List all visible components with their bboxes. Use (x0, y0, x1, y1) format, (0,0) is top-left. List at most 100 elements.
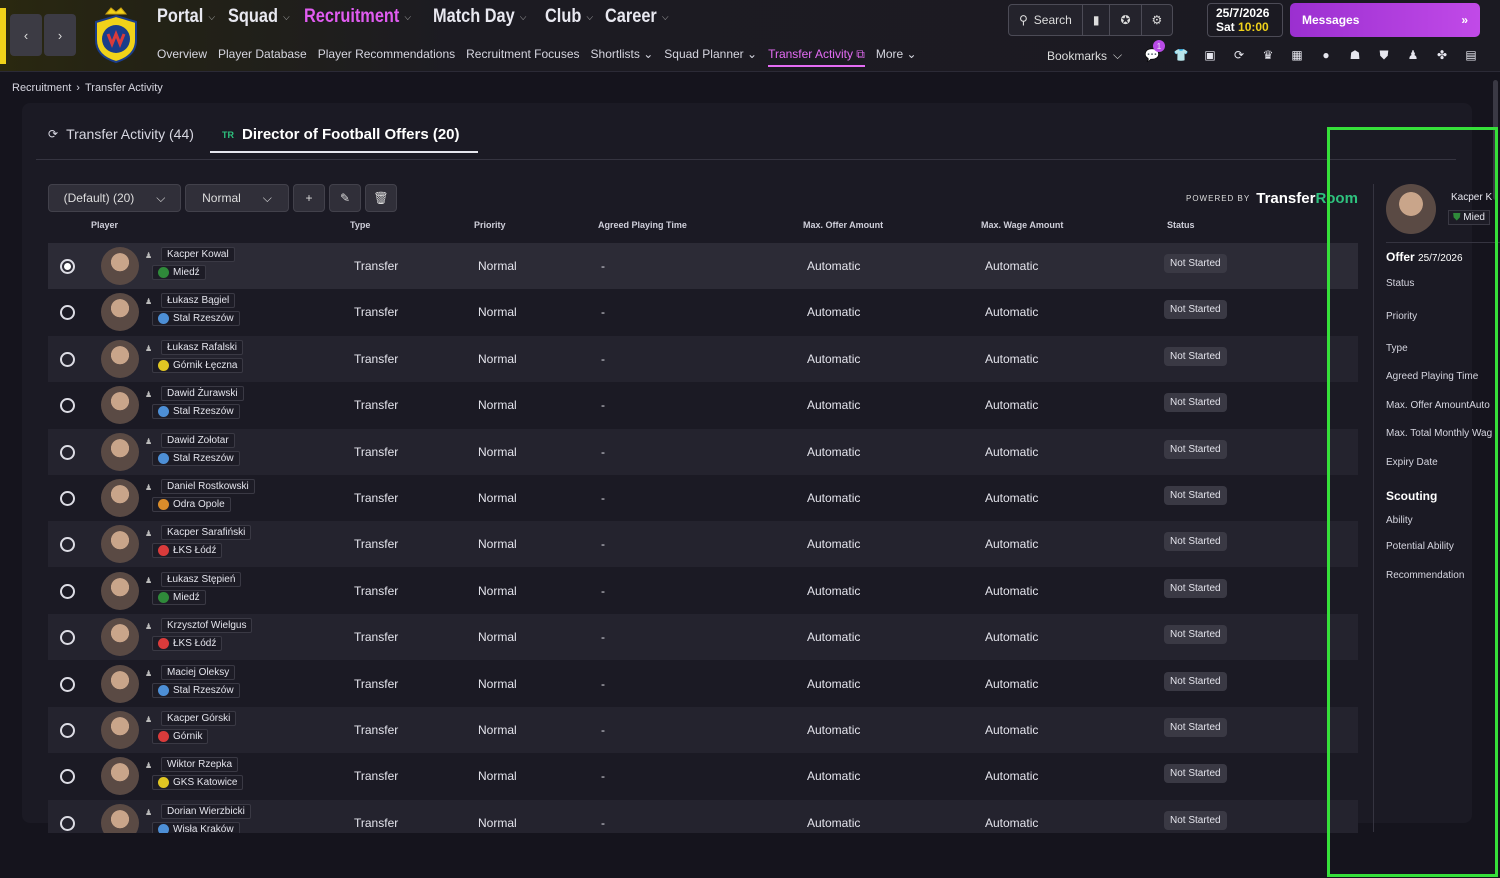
nav-squad[interactable]: Squad ⌵ (228, 6, 290, 28)
staff-icon[interactable]: ☗ (1345, 46, 1365, 64)
tab-director-of-football-offers[interactable]: TR Director of Football Offers (20) (210, 126, 478, 153)
player-avatar[interactable] (101, 757, 139, 796)
player-name[interactable]: Krzysztof Wielgus (161, 618, 253, 634)
player-club[interactable]: GKS Katowice (152, 775, 244, 791)
view-select[interactable]: (Default) (20) ⌵ (48, 184, 181, 212)
player-avatar[interactable] (101, 803, 139, 833)
table-row[interactable]: ♟ Dawid Zołotar Stal Rzeszów Transfer Normal… (48, 428, 1358, 475)
subnav-player-recommendations[interactable]: Player Recommendations (318, 47, 455, 67)
col-player[interactable]: Player (91, 220, 118, 230)
player-club[interactable]: Stal Rzeszów (152, 450, 240, 466)
row-select-radio[interactable] (60, 537, 75, 553)
player-name[interactable]: Maciej Oleksy (161, 664, 236, 680)
col-max-wage-amount[interactable]: Max. Wage Amount (981, 220, 1063, 230)
player-club[interactable]: Górnik (152, 729, 209, 744)
player-name[interactable]: Dorian Wierzbicki (161, 803, 251, 819)
subnav-overview[interactable]: Overview (157, 47, 207, 67)
table-row[interactable]: ♟ Wiktor Rzepka GKS Katowice Transfer Normal… (48, 753, 1358, 799)
kit-icon[interactable]: 👕 (1171, 46, 1191, 64)
nav-match-day[interactable]: Match Day ⌵ (433, 6, 526, 28)
game-date[interactable]: 25/7/2026 Sat 10:00 (1207, 3, 1283, 37)
refresh-icon[interactable]: ⟳ (1229, 46, 1249, 64)
player-club[interactable]: Odra Opole (152, 497, 231, 512)
nav-recruitment[interactable]: Recruitment ⌵ (304, 6, 411, 28)
calendar-icon[interactable]: ▦ (1287, 46, 1307, 64)
table-row[interactable]: ♟ Daniel Rostkowski Odra Opole Transfer Norm… (48, 475, 1358, 521)
messages-button[interactable]: Messages » (1290, 3, 1480, 37)
settings-button[interactable]: ⚙ (1142, 5, 1173, 35)
table-row[interactable]: ♟ Łukasz Stępień Miedź Transfer Normal - Autom… (48, 568, 1358, 614)
table-row[interactable]: ♟ Łukasz Rafalski Górnik Łęczna Transfer Nor… (48, 335, 1358, 382)
notebook-button[interactable]: ▮ (1083, 5, 1111, 35)
row-select-radio[interactable] (60, 351, 75, 367)
group-icon[interactable]: ✤ (1432, 46, 1452, 64)
nav-career[interactable]: Career ⌵ (605, 6, 668, 28)
player-avatar[interactable] (101, 664, 139, 703)
row-select-radio[interactable] (60, 444, 75, 460)
row-select-radio[interactable] (60, 305, 75, 321)
player-name[interactable]: Dawid Żurawski (161, 386, 244, 402)
row-select-radio[interactable] (60, 676, 75, 692)
breadcrumb-recruitment[interactable]: Recruitment (12, 82, 71, 94)
player-club[interactable]: Miedź (152, 589, 206, 605)
table-row[interactable]: ♟ Krzysztof Wielgus ŁKS Łódź Transfer Normal… (48, 614, 1358, 661)
player-name[interactable]: Dawid Zołotar (161, 432, 235, 448)
player-avatar[interactable] (101, 339, 139, 378)
player-club[interactable]: Stal Rzeszów (152, 682, 240, 698)
row-select-radio[interactable] (60, 769, 75, 785)
col-priority[interactable]: Priority (474, 220, 506, 230)
player-name[interactable]: Kacper Sarafiński (161, 525, 252, 541)
filter-select[interactable]: Normal ⌵ (185, 184, 289, 212)
player-club[interactable]: ŁKS Łódź (152, 543, 223, 559)
trophy-icon[interactable]: ♛ (1258, 46, 1278, 64)
player-name[interactable]: Łukasz Bągiel (161, 293, 236, 309)
row-select-radio[interactable] (60, 491, 75, 506)
subnav-recruitment-focuses[interactable]: Recruitment Focuses (466, 47, 579, 67)
sidebar-player-club[interactable]: ⛊ Mied (1448, 210, 1490, 225)
table-row[interactable]: ♟ Dawid Żurawski Stal Rzeszów Transfer Norma… (48, 382, 1358, 428)
player-name[interactable]: Daniel Rostkowski (161, 479, 255, 494)
row-select-radio[interactable] (60, 583, 75, 599)
delete-view-button[interactable]: 🗑 (365, 184, 397, 212)
table-row[interactable]: ♟ Kacper Górski Górnik Transfer Normal - Autom… (48, 707, 1358, 753)
player-avatar[interactable] (101, 386, 139, 425)
player-club[interactable]: Miedź (152, 265, 206, 280)
col-status[interactable]: Status (1167, 220, 1195, 230)
club-crest-icon[interactable] (92, 6, 140, 64)
table-row[interactable]: ♟ Kacper Kowal Miedź Transfer Normal - Automat… (48, 243, 1358, 289)
player-avatar[interactable] (1386, 184, 1436, 234)
document-icon[interactable]: ▤ (1461, 46, 1481, 64)
player-name[interactable]: Wiktor Rzepka (161, 757, 239, 773)
search-button[interactable]: ⚲ Search (1009, 5, 1083, 35)
tab-transfer-activity[interactable]: ⟳ Transfer Activity (44) (48, 126, 194, 142)
col-type[interactable]: Type (350, 220, 370, 230)
player-name[interactable]: Łukasz Stępień (161, 571, 242, 587)
table-row[interactable]: ♟ Dorian Wierzbicki Wisła Kraków Transfer No… (48, 799, 1358, 833)
player-club[interactable]: Stal Rzeszów (152, 404, 240, 420)
player-club[interactable]: Wisła Kraków (152, 821, 240, 833)
subnav-more[interactable]: More ⌄ (876, 47, 917, 67)
sidebar-player-name[interactable]: Kacper K (1451, 192, 1492, 203)
row-select-radio[interactable] (60, 398, 75, 414)
player-avatar[interactable] (101, 525, 139, 564)
edit-view-button[interactable]: ✎ (329, 184, 361, 212)
person-icon[interactable]: ♟ (1403, 46, 1423, 64)
forward-button[interactable]: › (44, 14, 76, 56)
bookmarks-dropdown[interactable]: Bookmarks ⌵ (1047, 48, 1122, 63)
table-row[interactable]: ♟ Łukasz Bągiel Stal Rzeszów Transfer Normal… (48, 289, 1358, 335)
row-select-radio[interactable] (60, 259, 75, 274)
player-name[interactable]: Łukasz Rafalski (161, 339, 244, 355)
col-max-offer-amount[interactable]: Max. Offer Amount (803, 220, 883, 230)
player-name[interactable]: Kacper Górski (161, 711, 237, 726)
chat-icon[interactable]: 💬 1 (1142, 40, 1165, 64)
row-select-radio[interactable] (60, 723, 75, 738)
player-club[interactable]: Stal Rzeszów (152, 311, 240, 327)
table-row[interactable]: ♟ Maciej Oleksy Stal Rzeszów Transfer Normal… (48, 661, 1358, 707)
add-view-button[interactable]: + (293, 184, 325, 212)
subnav-squad-planner[interactable]: Squad Planner ⌄ (664, 47, 757, 67)
row-select-radio[interactable] (60, 815, 75, 831)
shirt-number-icon[interactable]: ▣ (1200, 46, 1220, 64)
player-avatar[interactable] (101, 293, 139, 332)
table-row[interactable]: ♟ Kacper Sarafiński ŁKS Łódź Transfer Normal… (48, 521, 1358, 568)
player-avatar[interactable] (101, 479, 139, 517)
